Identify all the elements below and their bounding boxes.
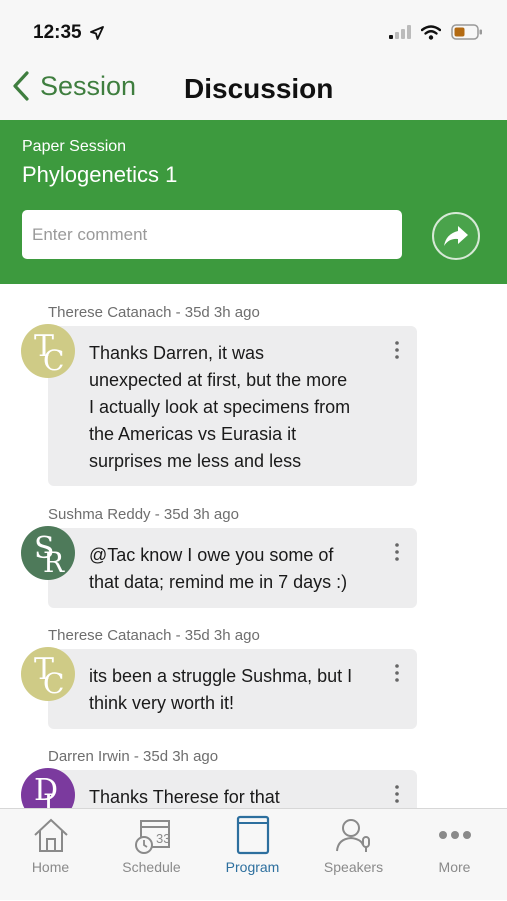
tab-home[interactable]: Home <box>0 809 101 901</box>
tab-more[interactable]: More <box>404 809 505 901</box>
comment-text: Thanks Darren, it was unexpected at firs… <box>89 343 351 471</box>
tab-speakers[interactable]: Speakers <box>303 809 404 901</box>
comment-meta: Therese Catanach - 35d 3h ago <box>48 627 260 644</box>
back-button[interactable]: Session <box>12 70 136 102</box>
status-icons <box>389 24 483 40</box>
location-arrow-icon <box>90 26 104 40</box>
calendar-clock-icon: 33 <box>135 820 170 854</box>
tab-label: Program <box>225 859 280 875</box>
tab-label: Schedule <box>122 859 181 875</box>
home-icon <box>34 818 68 852</box>
svg-text:33: 33 <box>156 831 170 846</box>
kebab-menu-icon[interactable] <box>391 784 403 804</box>
navigation-bar: Session Discussion <box>0 62 507 120</box>
session-type: Paper Session <box>22 138 127 155</box>
status-bar: 12:35 <box>0 0 507 62</box>
avatar: S R <box>21 526 75 580</box>
wifi-icon <box>421 24 441 40</box>
book-icon <box>236 815 270 855</box>
comment-meta: Sushma Reddy - 35d 3h ago <box>48 506 239 523</box>
comment-text: its been a struggle Sushma, but I think … <box>89 666 353 713</box>
tab-schedule[interactable]: 33 Schedule <box>101 809 202 901</box>
comment-bubble[interactable]: Thanks Darren, it was unexpected at firs… <box>48 326 417 486</box>
more-dots-icon <box>439 831 471 839</box>
comment-bubble[interactable]: @Tac know I owe you some of that data; r… <box>48 528 417 608</box>
comment-text: @Tac know I owe you some of that data; r… <box>89 545 348 592</box>
comment-bubble[interactable]: Thanks Therese for that <box>48 770 417 808</box>
comment-meta: Therese Catanach - 35d 3h ago <box>48 304 260 321</box>
kebab-menu-icon[interactable] <box>391 542 403 562</box>
session-title: Phylogenetics 1 <box>22 162 178 187</box>
comment-bubble[interactable]: its been a struggle Sushma, but I think … <box>48 649 417 729</box>
kebab-menu-icon[interactable] <box>391 663 403 683</box>
comment-text: Thanks Therese for that <box>89 787 280 807</box>
back-label: Session <box>40 70 137 101</box>
comment-meta: Darren Irwin - 35d 3h ago <box>48 748 219 765</box>
tab-label: Speakers <box>323 859 384 875</box>
session-header: Paper Session Phylogenetics 1 <box>0 120 507 284</box>
comment-feed[interactable]: Therese Catanach - 35d 3h ago Thanks Dar… <box>0 284 507 808</box>
signal-icon <box>389 25 411 39</box>
tab-label: Home <box>31 859 70 875</box>
kebab-menu-icon[interactable] <box>391 340 403 360</box>
tab-label: More <box>438 859 471 875</box>
chevron-left-icon <box>13 71 29 101</box>
page-title: Discussion <box>184 73 334 104</box>
tab-program[interactable]: Program <box>202 809 303 901</box>
send-button[interactable] <box>432 212 480 260</box>
speaker-icon <box>336 819 370 852</box>
avatar: T C <box>21 324 75 378</box>
battery-icon <box>451 24 482 40</box>
comment-input[interactable] <box>22 210 402 259</box>
tab-bar: Home 33 Schedule Program Speakers More <box>0 808 507 900</box>
share-arrow-icon <box>444 226 468 246</box>
status-time: 12:35 <box>33 22 82 43</box>
avatar: T C <box>21 647 75 701</box>
